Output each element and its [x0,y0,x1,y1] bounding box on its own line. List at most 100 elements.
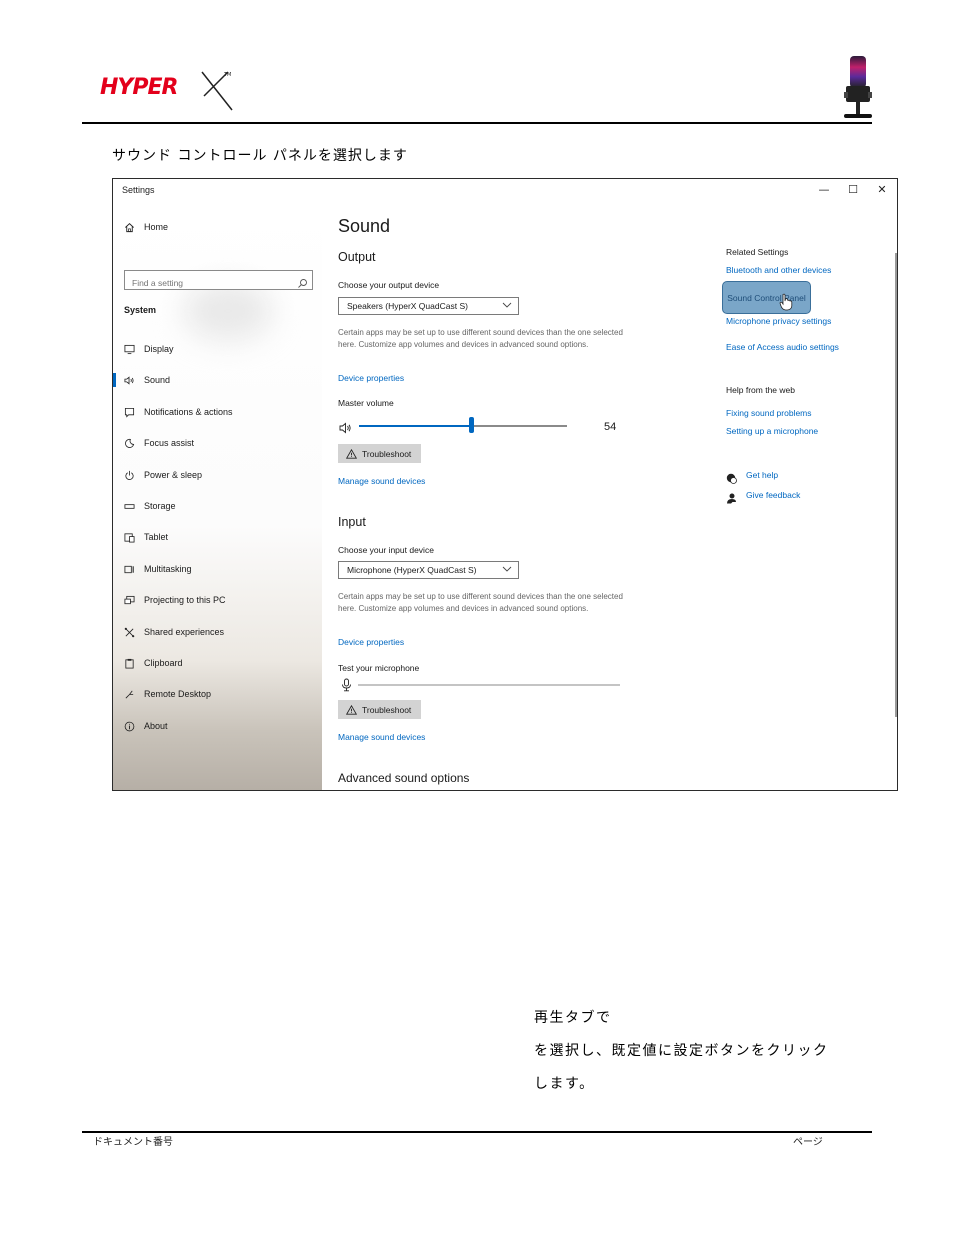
multitasking-icon [123,563,135,575]
hand-cursor-icon [779,293,793,311]
sidebar-item-tablet[interactable]: Tablet [113,526,322,548]
sidebar-item-label: Focus assist [144,438,195,448]
output-device-properties-link[interactable]: Device properties [338,373,404,383]
remote-desktop-icon [123,688,135,700]
slider-fill [359,425,471,427]
feedback-icon [726,489,737,504]
minimize-button[interactable]: — [810,180,838,200]
output-description: Certain apps may be set up to use differ… [338,328,623,350]
microphone-privacy-link[interactable]: Microphone privacy settings [726,316,831,326]
sidebar-item-multitasking[interactable]: Multitasking [113,558,322,580]
sidebar-item-storage[interactable]: Storage [113,495,322,517]
sidebar-item-label: Storage [144,501,176,511]
hyperx-logo: HYPER TM [98,66,238,112]
sidebar-item-display[interactable]: Display [113,338,322,360]
clipboard-icon [123,657,135,669]
setting-up-mic-link[interactable]: Setting up a microphone [726,426,818,436]
sidebar-item-remote-desktop[interactable]: Remote Desktop [113,683,322,705]
output-device-value: Speakers (HyperX QuadCast S) [347,301,468,311]
input-device-value: Microphone (HyperX QuadCast S) [347,565,477,575]
sidebar-item-label: Notifications & actions [144,407,233,417]
sidebar-item-shared-experiences[interactable]: Shared experiences [113,621,322,643]
sound-control-panel-label: Sound Control Panel [727,292,806,303]
slider-thumb[interactable] [469,417,474,433]
fixing-sound-link[interactable]: Fixing sound problems [726,408,812,418]
search-icon[interactable] [297,274,308,288]
microphone-product-image [838,54,878,120]
sidebar-item-focus-assist[interactable]: Focus assist [113,432,322,454]
window-title: Settings [122,185,155,195]
bluetooth-link[interactable]: Bluetooth and other devices [726,265,831,275]
master-volume-slider[interactable] [359,425,567,427]
test-microphone-label: Test your microphone [338,663,420,673]
give-feedback-link[interactable]: Give feedback [746,490,800,500]
power-icon [123,469,135,481]
input-device-properties-link[interactable]: Device properties [338,637,404,647]
active-indicator [113,373,116,387]
title-bar: Settings — ☐ ✕ [113,179,897,201]
scrollbar[interactable] [895,253,897,717]
sidebar-item-label: Sound [144,375,171,385]
input-manage-devices-link[interactable]: Manage sound devices [338,732,425,742]
shared-icon [123,626,135,638]
master-volume-label: Master volume [338,398,394,408]
input-heading: Input [338,515,366,529]
warning-icon [346,448,357,459]
ease-of-access-audio-link[interactable]: Ease of Access audio settings [726,342,839,352]
page-title: Sound [338,216,391,236]
sidebar: Home System Display Sound Notifications & … [113,201,322,790]
get-help-link[interactable]: Get help [746,470,778,480]
chevron-down-icon [502,565,512,575]
svg-text:TM: TM [223,72,231,78]
advanced-sound-heading[interactable]: Advanced sound options [338,771,469,785]
sidebar-item-projecting-to-this-pc[interactable]: Projecting to this PC [113,589,322,611]
monitor-icon [123,343,135,355]
get-help-icon [726,469,737,484]
body-line-1: 再生タブで [534,1010,612,1026]
body-line-3: します。 [534,1076,595,1092]
speaker-icon[interactable] [339,419,352,434]
troubleshoot-label: Troubleshoot [362,448,412,459]
sidebar-item-label: Shared experiences [144,627,225,637]
sidebar-item-label: Multitasking [144,564,192,574]
sidebar-item-label: About [144,721,168,731]
storage-icon [123,500,135,512]
search-box[interactable] [124,270,313,291]
chevron-down-icon [502,301,512,311]
input-device-dropdown[interactable]: Microphone (HyperX QuadCast S) [338,561,519,579]
search-input[interactable] [125,275,292,291]
warning-icon [346,704,357,715]
sidebar-item-home[interactable]: Home [113,216,322,238]
sidebar-item-sound[interactable]: Sound [113,369,322,391]
settings-window: Settings — ☐ ✕ Home System Display Sound N… [112,178,898,791]
sidebar-item-label: Tablet [144,532,169,542]
output-troubleshoot-button[interactable]: Troubleshoot [338,444,422,463]
body-line-2: を選択し、既定値に設定ボタンをクリック [534,1043,829,1059]
related-settings-heading: Related Settings [726,247,789,257]
footer-page: ページ [793,1137,823,1148]
output-manage-devices-link[interactable]: Manage sound devices [338,476,425,486]
input-troubleshoot-button[interactable]: Troubleshoot [338,700,422,719]
maximize-button[interactable]: ☐ [839,180,867,200]
input-description: Certain apps may be set up to use differ… [338,592,623,614]
sidebar-item-label: Display [144,344,174,354]
footer-doc-number: ドキュメント番号 [93,1137,173,1148]
troubleshoot-label: Troubleshoot [362,704,412,715]
sidebar-item-label: Power & sleep [144,470,203,480]
info-icon [123,720,135,732]
sidebar-item-clipboard[interactable]: Clipboard [113,652,322,674]
close-button[interactable]: ✕ [868,180,896,200]
svg-text:HYPER: HYPER [100,75,177,100]
moon-icon [123,437,135,449]
output-heading: Output [338,250,376,264]
microphone-level-meter [358,684,620,686]
sidebar-item-notifications-actions[interactable]: Notifications & actions [113,401,322,423]
output-device-dropdown[interactable]: Speakers (HyperX QuadCast S) [338,297,519,315]
sound-control-panel-link[interactable]: Sound Control Panel [722,281,811,314]
sidebar-item-label: Remote Desktop [144,689,212,699]
sidebar-item-power-sleep[interactable]: Power & sleep [113,464,322,486]
sidebar-item-about[interactable]: About [113,715,322,737]
section-label-system: System [124,305,157,315]
footer-rule [82,1131,872,1133]
tablet-icon [123,531,135,543]
